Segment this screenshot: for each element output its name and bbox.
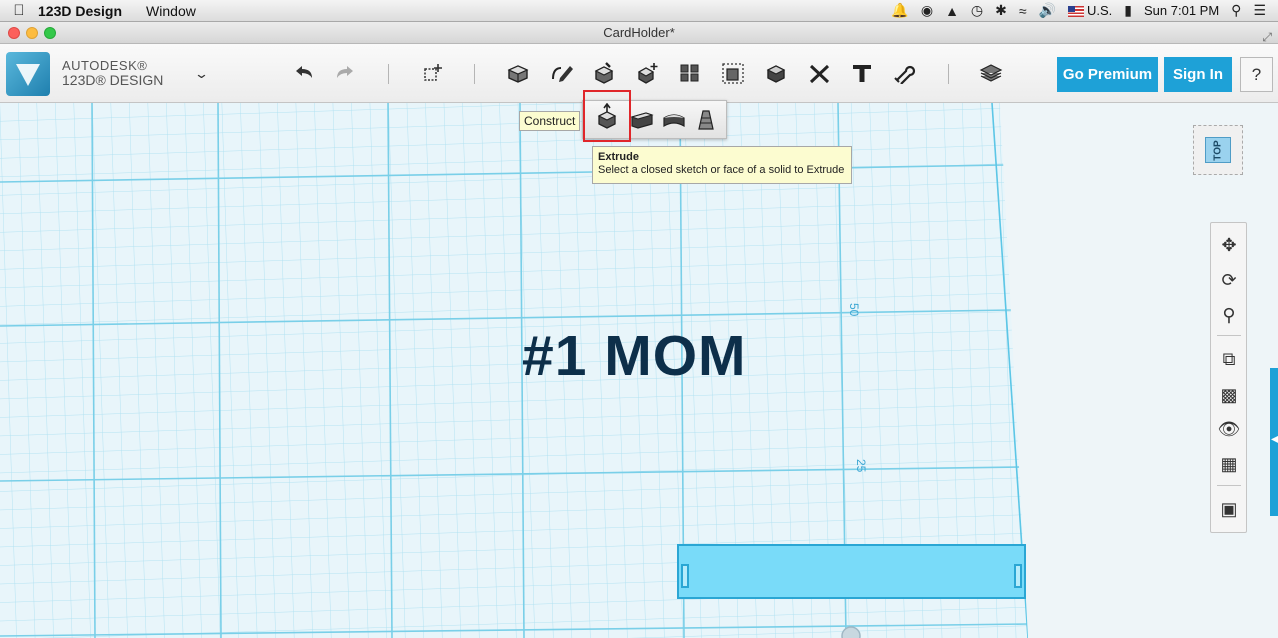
toolbar-separator	[474, 64, 475, 84]
zoom-icon[interactable]: ⚲	[1217, 303, 1241, 327]
edit-grid-icon[interactable]: ▣	[1217, 497, 1241, 521]
snap-icon[interactable]	[889, 58, 919, 88]
volume-icon[interactable]: 🔊	[1039, 2, 1056, 19]
grid-materials-icon[interactable]: ▦	[1217, 452, 1241, 476]
extrude-button[interactable]	[583, 90, 631, 142]
modify-icon[interactable]	[632, 58, 662, 88]
go-premium-button[interactable]: Go Premium	[1057, 57, 1158, 92]
material-icon[interactable]	[976, 58, 1006, 88]
view-cube-top-face[interactable]: TOP	[1205, 137, 1231, 163]
cardholder-slot-left	[681, 564, 689, 588]
window-titlebar: CardHolder* ⤢	[0, 22, 1278, 44]
loft-button[interactable]	[693, 107, 719, 133]
bluetooth-icon[interactable]: ✱	[995, 2, 1007, 19]
toolbar-separator	[948, 64, 949, 84]
input-source-label: U.S.	[1087, 3, 1113, 18]
notification-icon[interactable]: 🔔	[891, 2, 908, 19]
input-source-menu[interactable]: U.S.	[1068, 3, 1112, 18]
group-icon[interactable]	[718, 58, 748, 88]
construct-icon[interactable]	[589, 58, 619, 88]
visibility-icon[interactable]: 👁	[1217, 417, 1241, 441]
nav-separator	[1217, 485, 1241, 486]
brand-label: AUTODESK® 123D® DESIGN	[62, 58, 163, 88]
clock[interactable]: Sun 7:01 PM	[1144, 3, 1219, 18]
sketch-icon[interactable]	[547, 58, 577, 88]
drive-icon[interactable]: ◉	[921, 2, 933, 19]
orbit-icon[interactable]: ⟳	[1217, 268, 1241, 292]
status-area: 🔔 ◉ ▲ ◷ ✱ ≈ 🔊 U.S. ▮ Sun 7:01 PM ⚲ ☰	[891, 2, 1278, 19]
construct-label: Construct	[519, 111, 581, 131]
help-button[interactable]: ?	[1240, 57, 1273, 92]
zoom-button[interactable]	[44, 27, 56, 39]
extrude-tooltip: Extrude Select a closed sketch or face o…	[592, 146, 852, 184]
redo-icon[interactable]	[330, 58, 360, 88]
pan-icon[interactable]: ✥	[1217, 233, 1241, 257]
tooltip-title: Extrude	[598, 151, 639, 163]
battery-icon[interactable]: ▮	[1124, 2, 1132, 19]
text-icon[interactable]	[847, 58, 877, 88]
apple-icon[interactable]: 	[0, 2, 38, 19]
app-menu[interactable]: 123D Design	[38, 3, 122, 19]
transform-icon[interactable]	[418, 58, 448, 88]
minimize-button[interactable]	[26, 27, 38, 39]
wifi-icon[interactable]: ≈	[1019, 3, 1027, 19]
window-menu[interactable]: Window	[146, 3, 196, 19]
spotlight-icon[interactable]: ⚲	[1231, 2, 1241, 19]
main-toolbar: AUTODESK® 123D® DESIGN ⌄ Go Premium Sign…	[0, 44, 1278, 103]
brand-product: 123D® DESIGN	[62, 72, 164, 88]
undo-icon[interactable]	[289, 58, 319, 88]
toolbar-separator	[388, 64, 389, 84]
google-drive-icon[interactable]: ▲	[945, 3, 959, 19]
chevron-down-icon[interactable]: ⌄	[194, 66, 209, 82]
navigation-bar: ✥ ⟳ ⚲ ⧉ ▩ 👁 ▦ ▣	[1210, 222, 1247, 533]
close-button[interactable]	[8, 27, 20, 39]
grid-label-25: 25	[854, 459, 868, 473]
construct-flyout	[582, 90, 727, 142]
app-logo[interactable]	[6, 52, 50, 96]
us-flag-icon	[1068, 6, 1084, 18]
view-cube[interactable]: TOP	[1193, 125, 1243, 175]
notification-center-icon[interactable]: ☰	[1253, 2, 1266, 19]
primitives-icon[interactable]	[503, 58, 533, 88]
pattern-icon[interactable]	[675, 58, 705, 88]
window-title: CardHolder*	[603, 25, 675, 40]
chevron-left-icon: ◀	[1271, 434, 1278, 445]
time-machine-icon[interactable]: ◷	[971, 2, 983, 19]
combine-icon[interactable]	[761, 58, 791, 88]
measure-icon[interactable]	[805, 58, 835, 88]
cardholder-slot-right	[1014, 564, 1022, 588]
model-text-3d[interactable]: #1 MOM	[522, 323, 747, 389]
revolve-button[interactable]	[661, 107, 687, 133]
mac-menubar:  123D Design Window 🔔 ◉ ▲ ◷ ✱ ≈ 🔊 U.S. …	[0, 0, 1278, 22]
side-panel-tab[interactable]: ◀	[1270, 368, 1278, 516]
view-mode-icon[interactable]: ▩	[1217, 383, 1241, 407]
view-cube-label: TOP	[1212, 139, 1224, 161]
fit-icon[interactable]: ⧉	[1217, 347, 1241, 371]
sign-in-button[interactable]: Sign In	[1164, 57, 1232, 92]
cardholder-model[interactable]	[677, 544, 1026, 599]
nav-separator	[1217, 335, 1241, 336]
brand-company: AUTODESK®	[62, 58, 148, 73]
tooltip-description: Select a closed sketch or face of a soli…	[598, 164, 845, 176]
grid-label-50: 50	[847, 303, 861, 317]
sweep-button[interactable]	[629, 107, 655, 133]
origin-marker-icon	[841, 626, 861, 638]
